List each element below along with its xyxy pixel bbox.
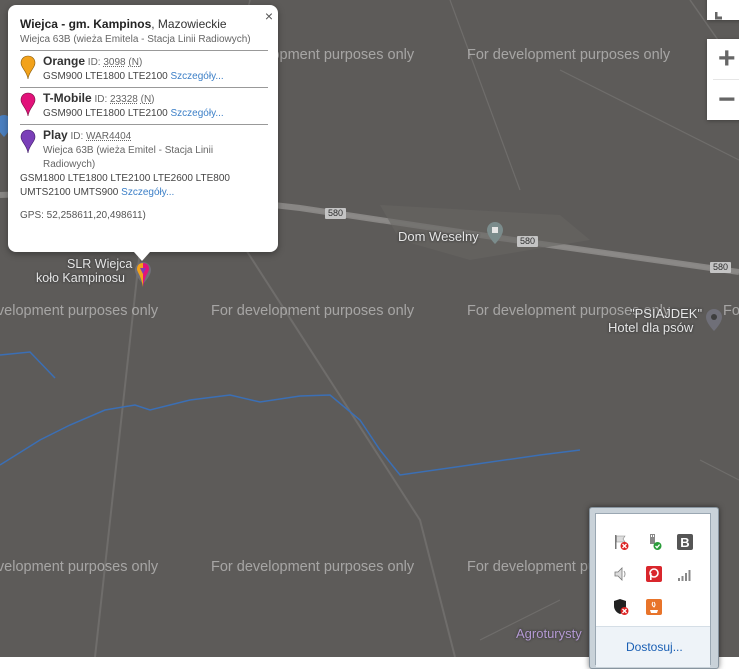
place-label-dom-weselny[interactable]: Dom Weselny (398, 229, 479, 244)
place-label-psiajdek[interactable]: "PSIAJDEK" (630, 306, 702, 321)
tmobile-pin-icon (20, 92, 36, 116)
info-window: × Wiejca - gm. Kampinos, Mazowieckie Wie… (8, 5, 278, 252)
usb-check-icon[interactable] (645, 533, 663, 551)
operator-id: ID: 3098 (N) (87, 57, 143, 68)
gps-coordinates: GPS: 52,258611,20,498611) (20, 210, 146, 221)
operator-id: ID: WAR4404 (70, 131, 132, 142)
details-link[interactable]: Szczegóły... (121, 187, 174, 198)
popup-title-region: , Mazowieckie (151, 17, 227, 31)
place-label-hotel-dla-psow[interactable]: Hotel dla psów (608, 320, 693, 335)
fullscreen-button[interactable] (707, 0, 739, 20)
fullscreen-icon (715, 12, 722, 20)
watermark: For development purposes only (211, 559, 415, 575)
tray-overflow-panel: B Dostosuj... (589, 507, 719, 669)
popup-tail (134, 252, 150, 261)
watermark: For development purposes only (211, 303, 415, 319)
operator-note: Wiejca 63B (wieża Emitel - Stacja Linii … (43, 145, 214, 170)
operator-name: Orange (43, 54, 86, 68)
stream (0, 351, 56, 379)
zoom-in-button[interactable]: + (707, 39, 739, 79)
river (0, 394, 581, 476)
svg-text:B: B (680, 535, 689, 550)
customize-link[interactable]: Dostosuj... (626, 640, 683, 654)
operator-bands: GSM900 LTE1800 LTE2100 (43, 71, 168, 82)
java-icon[interactable] (645, 598, 663, 616)
road-shield-580: 580 (325, 208, 347, 219)
watermark: For development purposes only (0, 303, 159, 319)
zoom-out-button[interactable]: − (707, 80, 739, 120)
watermark: For development purposes only (0, 559, 159, 575)
poi-pin-icon[interactable] (487, 222, 503, 244)
zoom-control: + − (707, 39, 739, 120)
road-shield-580: 580 (710, 262, 732, 273)
popup-title-location: Wiejca - gm. Kampinos (20, 17, 152, 31)
tray-footer: Dostosuj... (596, 626, 710, 667)
orange-pin-icon (20, 55, 36, 79)
watermark: For development purposes only (467, 47, 671, 63)
operator-bands: GSM900 LTE1800 LTE2100 (43, 108, 168, 119)
operator-row-tmobile: T-Mobile ID: 23328 (N) GSM900 LTE1800 LT… (20, 87, 268, 121)
operator-row-orange: Orange ID: 3098 (N) GSM900 LTE1800 LTE21… (20, 50, 268, 84)
operator-row-play: Play ID: WAR4404 Wiejca 63B (wieża Emite… (20, 124, 268, 200)
watermark: For development purposes only (723, 303, 739, 319)
poi-pin-icon[interactable] (706, 309, 722, 331)
tray-icons-area: B Dostosuj... (595, 513, 711, 667)
cell-tower-marker-icon[interactable] (136, 262, 150, 288)
operator-id: ID: 23328 (N) (94, 94, 155, 105)
place-label-slr-wiejca-sub[interactable]: koło Kampinosu (36, 271, 125, 285)
shield-error-icon[interactable] (612, 598, 630, 616)
popup-subtitle: Wiejca 63B (wieża Emitela - Stacja Linii… (20, 34, 251, 45)
operator-name: T-Mobile (43, 91, 92, 105)
details-link[interactable]: Szczegóły... (171, 108, 224, 119)
close-button[interactable]: × (265, 8, 273, 24)
place-label-slr-wiejca[interactable]: SLR Wiejca (67, 257, 132, 271)
details-link[interactable]: Szczegóły... (171, 71, 224, 82)
road-shield-580: 580 (517, 236, 539, 247)
operator-bands-block: GSM1800 LTE1800 LTE2100 LTE2600 LTE800 U… (20, 172, 268, 200)
popup-title: Wiejca - gm. Kampinos, Mazowieckie (20, 17, 268, 31)
b-app-icon[interactable]: B (676, 533, 694, 551)
place-label-agroturystyka[interactable]: Agroturysty (516, 626, 582, 641)
play-pin-icon (20, 129, 36, 153)
operator-name: Play (43, 128, 68, 142)
signal-bars-icon[interactable] (676, 565, 694, 583)
red-p-app-icon[interactable] (645, 565, 663, 583)
speaker-icon[interactable] (612, 565, 630, 583)
flag-error-icon[interactable] (612, 533, 630, 551)
